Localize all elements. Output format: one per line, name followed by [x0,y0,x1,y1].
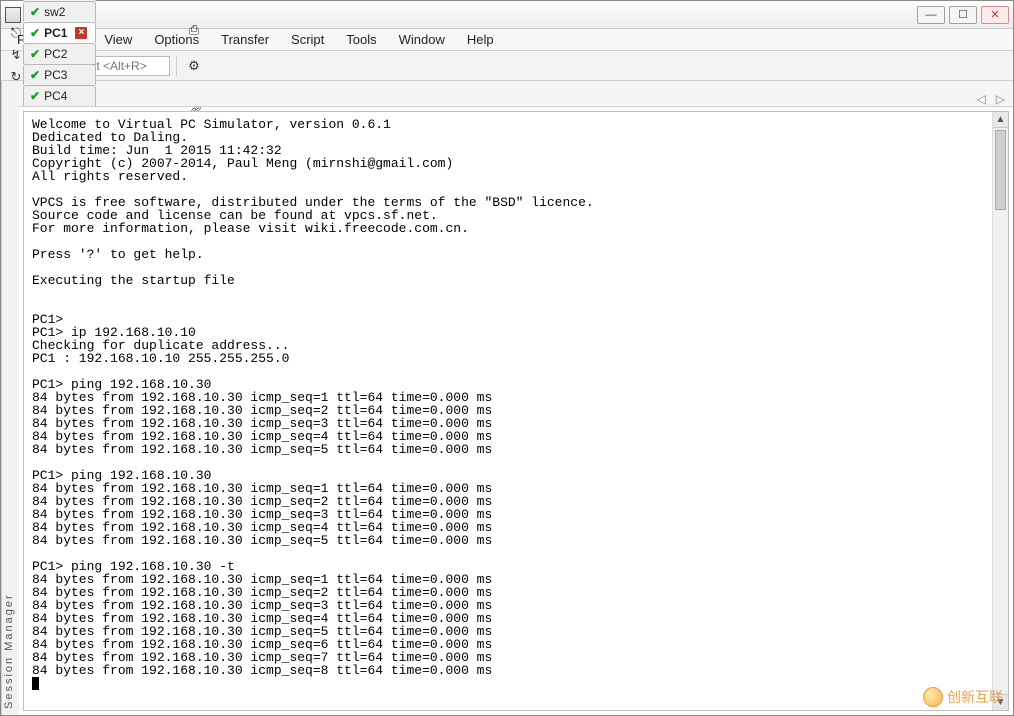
toolbar-separator [176,56,177,76]
app-icon [5,7,21,23]
menu-window[interactable]: Window [389,30,455,49]
scroll-down-icon[interactable]: ▼ [993,694,1008,710]
tab-label: PC3 [44,68,67,82]
menu-view[interactable]: View [94,30,142,49]
gear-icon[interactable]: ⚙ [183,55,205,77]
tab-label: PC4 [44,89,67,103]
tab-prev-icon[interactable]: ◁ [973,92,990,106]
tabbar: ✔sw1✔sw2✔PC1×✔PC2✔PC3✔PC4 ◁ ▷ [19,81,1013,107]
tab-pc4[interactable]: ✔ PC4 [23,85,96,106]
vertical-scrollbar[interactable]: ▲ ▼ [992,112,1008,710]
minimize-button[interactable]: — [917,6,945,24]
maximize-button[interactable]: ☐ [949,6,977,24]
tab-label: PC2 [44,47,67,61]
toolbar: ⎋↯↻✕ ⧉📋Ħ⎙⚙≣🗝?▦ [1,51,1013,81]
scroll-thumb[interactable] [995,130,1006,210]
scroll-up-icon[interactable]: ▲ [993,112,1008,128]
check-icon: ✔ [30,5,40,19]
terminal-cursor [32,677,39,690]
check-icon: ✔ [30,47,40,61]
check-icon: ✔ [30,26,40,40]
menu-help[interactable]: Help [457,30,504,49]
window-controls: — ☐ ✕ [917,6,1009,24]
menu-script[interactable]: Script [281,30,334,49]
menu-transfer[interactable]: Transfer [211,30,279,49]
find-icon[interactable]: Ħ [183,0,205,5]
menu-tools[interactable]: Tools [336,30,386,49]
check-icon: ✔ [30,89,40,103]
tab-sw2[interactable]: ✔ sw2 [23,1,96,22]
terminal-pane: Welcome to Virtual PC Simulator, version… [23,111,1009,711]
titlebar: PC1 — ☐ ✕ [1,1,1013,29]
check-icon: ✔ [30,68,40,82]
menubar: FileEditViewOptionsTransferScriptToolsWi… [1,29,1013,51]
tab-label: sw2 [44,5,65,19]
session-manager-sidebar[interactable]: Session Manager [1,81,19,715]
tab-pc1[interactable]: ✔ PC1 × [23,22,96,43]
tab-next-icon[interactable]: ▷ [992,92,1009,106]
print-icon[interactable]: ⎙ [183,19,205,41]
terminal-output[interactable]: Welcome to Virtual PC Simulator, version… [24,112,992,710]
close-button[interactable]: ✕ [981,6,1009,24]
tab-close-icon[interactable]: × [75,27,87,39]
tab-label: PC1 [44,26,67,40]
tab-pc2[interactable]: ✔ PC2 [23,43,96,64]
tab-pc3[interactable]: ✔ PC3 [23,64,96,85]
